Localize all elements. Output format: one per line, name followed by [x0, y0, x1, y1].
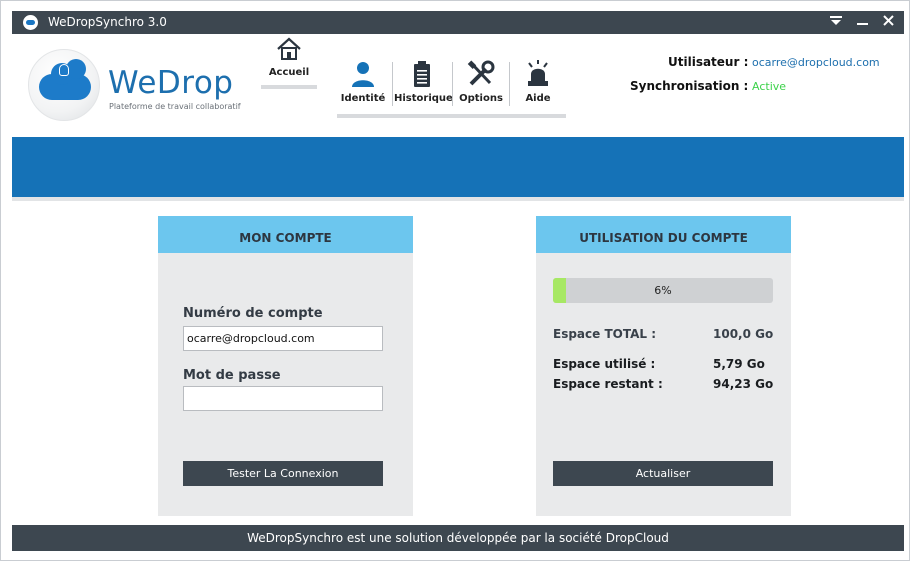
test-connection-button[interactable]: Tester La Connexion — [183, 461, 383, 486]
usage-panel: UTILISATION DU COMPTE 6% Espace TOTAL : … — [536, 216, 791, 516]
nav-label-identite: Identité — [340, 93, 386, 104]
brand-name: WeDrop — [108, 65, 234, 101]
storage-progress-bar: 6% — [553, 278, 773, 303]
close-button[interactable] — [878, 13, 898, 32]
used-space-value: 5,79 Go — [713, 357, 765, 371]
brand-tagline: Plateforme de travail collaboratif — [109, 102, 241, 111]
nav-label-aide: Aide — [525, 93, 551, 104]
minimize-icon — [856, 23, 868, 25]
clipboard-icon — [414, 61, 430, 87]
tools-icon — [467, 60, 495, 86]
nav-separator — [392, 62, 393, 106]
nav-label-options: Options — [459, 93, 503, 104]
user-icon — [352, 62, 374, 87]
storage-progress-text: 6% — [654, 284, 672, 297]
account-panel: MON COMPTE Numéro de compte ocarre@dropc… — [158, 216, 413, 516]
close-icon — [882, 15, 894, 26]
user-label: Utilisateur : — [668, 55, 749, 69]
nav-home-underline — [261, 85, 317, 89]
nav-item-aide[interactable]: Aide — [512, 59, 564, 109]
password-input[interactable] — [183, 386, 383, 411]
nav-item-accueil[interactable]: Accueil — [261, 34, 317, 89]
user-email: ocarre@dropcloud.com — [752, 56, 880, 69]
header-band — [12, 137, 904, 197]
account-number-input[interactable]: ocarre@dropcloud.com — [183, 326, 383, 351]
brand-logo — [28, 49, 100, 121]
remaining-space-value: 94,23 Go — [713, 377, 774, 391]
sync-label: Synchronisation : — [630, 79, 749, 93]
nav-item-identite[interactable]: Identité — [337, 59, 389, 109]
band-shadow — [12, 197, 904, 201]
password-label: Mot de passe — [183, 368, 281, 383]
total-space-value: 100,0 Go — [713, 327, 774, 341]
usage-panel-title: UTILISATION DU COMPTE — [536, 216, 791, 253]
nav-item-historique[interactable]: Historique — [394, 59, 453, 109]
total-space-label: Espace TOTAL : — [553, 327, 657, 341]
window-title: WeDropSynchro 3.0 — [48, 15, 167, 29]
cloud-icon — [39, 59, 91, 100]
nav-separator — [509, 62, 510, 106]
footer-bar: WeDropSynchro est une solution développé… — [12, 525, 904, 551]
minimize-button[interactable] — [852, 13, 872, 32]
nav-item-options[interactable]: Options — [455, 59, 507, 109]
lightbulb-icon — [59, 64, 69, 76]
window-menu-button[interactable] — [826, 13, 846, 32]
siren-icon — [528, 60, 548, 86]
app-logo-icon — [23, 15, 38, 30]
nav-group: Identité Historique Options Aide — [337, 59, 566, 118]
sync-status: Active — [752, 80, 787, 93]
nav-label-historique: Historique — [394, 93, 453, 104]
account-number-label: Numéro de compte — [183, 306, 323, 321]
app-window: WeDropSynchro 3.0 WeDrop Plateforme de t… — [0, 0, 910, 561]
home-icon — [277, 37, 301, 60]
nav-separator — [452, 62, 453, 106]
dropdown-menu-icon — [830, 16, 842, 25]
app-header: WeDrop Plateforme de travail collaborati… — [12, 34, 904, 137]
nav-label-accueil: Accueil — [268, 67, 310, 78]
nav-group-underline — [337, 114, 566, 118]
remaining-space-label: Espace restant : — [553, 377, 663, 391]
used-space-label: Espace utilisé : — [553, 357, 656, 371]
refresh-button[interactable]: Actualiser — [553, 461, 773, 486]
title-bar[interactable]: WeDropSynchro 3.0 — [12, 11, 904, 34]
account-panel-title: MON COMPTE — [158, 216, 413, 253]
